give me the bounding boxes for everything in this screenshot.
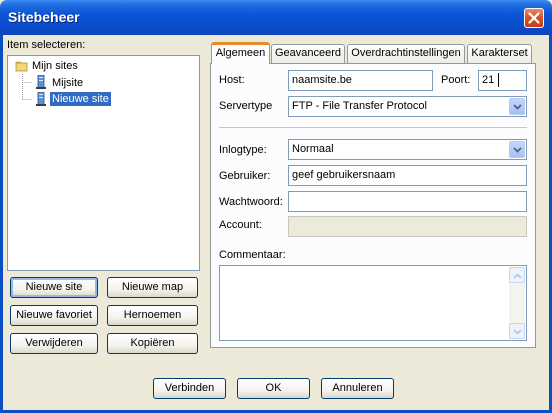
close-icon xyxy=(528,12,540,24)
password-label: Wachtwoord: xyxy=(219,196,283,208)
separator xyxy=(219,127,527,129)
ok-button[interactable]: OK xyxy=(237,378,310,399)
chevron-down-icon xyxy=(513,147,522,153)
tree-item-site[interactable]: Mijsite xyxy=(50,76,85,90)
account-input xyxy=(288,216,527,237)
tab-transfer-settings[interactable]: Overdrachtinstellingen xyxy=(347,44,465,63)
window-title: Sitebeheer xyxy=(8,9,80,25)
servertype-select[interactable]: FTP - File Transfer Protocol xyxy=(288,96,527,117)
tab-general[interactable]: Algemeen xyxy=(211,42,270,64)
comments-label: Commentaar: xyxy=(219,249,286,261)
port-input[interactable]: 21 xyxy=(478,70,527,91)
select-item-label: Item selecteren: xyxy=(7,39,86,51)
scroll-down-button[interactable] xyxy=(509,323,525,339)
close-button[interactable] xyxy=(524,8,544,28)
account-label: Account: xyxy=(219,219,262,231)
connect-button[interactable]: Verbinden xyxy=(153,378,226,399)
servertype-dropdown-button[interactable] xyxy=(509,98,525,115)
scroll-up-button[interactable] xyxy=(509,267,525,283)
logintype-label: Inlogtype: xyxy=(219,144,267,156)
site-icon xyxy=(34,91,48,109)
tab-charset[interactable]: Karakterset xyxy=(467,44,532,63)
delete-button[interactable]: Verwijderen xyxy=(10,333,98,354)
site-tree[interactable]: Mijn sites Mijsite Nieuwe site xyxy=(7,55,200,271)
title-bar[interactable]: Sitebeheer xyxy=(0,0,552,35)
new-bookmark-button[interactable]: Nieuwe favoriet xyxy=(10,305,98,326)
folder-icon xyxy=(15,59,29,76)
new-site-button[interactable]: Nieuwe site xyxy=(10,277,98,298)
text-caret xyxy=(498,73,499,87)
rename-button[interactable]: Hernoemen xyxy=(107,305,198,326)
host-input[interactable]: naamsite.be xyxy=(288,70,433,91)
servertype-value: FTP - File Transfer Protocol xyxy=(292,100,427,112)
comments-textarea[interactable] xyxy=(219,265,527,341)
password-input[interactable] xyxy=(288,191,527,212)
tab-advanced[interactable]: Geavanceerd xyxy=(271,44,345,63)
site-manager-dialog: Sitebeheer Item selecteren: Mijn sites M… xyxy=(0,0,552,413)
cancel-button[interactable]: Annuleren xyxy=(321,378,394,399)
logintype-dropdown-button[interactable] xyxy=(509,141,525,158)
port-label: Poort: xyxy=(441,74,471,86)
logintype-value: Normaal xyxy=(292,143,334,155)
servertype-label: Servertype xyxy=(219,100,273,112)
site-icon xyxy=(34,74,48,92)
window-border-left xyxy=(0,35,3,413)
chevron-down-icon xyxy=(513,329,522,335)
copy-button[interactable]: Kopiëren xyxy=(107,333,198,354)
tree-item-my-sites[interactable]: Mijn sites xyxy=(30,59,80,73)
user-input[interactable]: geef gebruikersnaam xyxy=(288,165,527,186)
logintype-select[interactable]: Normaal xyxy=(288,139,527,160)
user-label: Gebruiker: xyxy=(219,170,271,182)
new-folder-button[interactable]: Nieuwe map xyxy=(107,277,198,298)
chevron-down-icon xyxy=(513,104,522,110)
tree-item-new-site-selected[interactable]: Nieuwe site xyxy=(50,92,111,106)
comments-scrollbar[interactable] xyxy=(509,267,525,339)
host-label: Host: xyxy=(219,74,245,86)
chevron-up-icon xyxy=(513,273,522,279)
